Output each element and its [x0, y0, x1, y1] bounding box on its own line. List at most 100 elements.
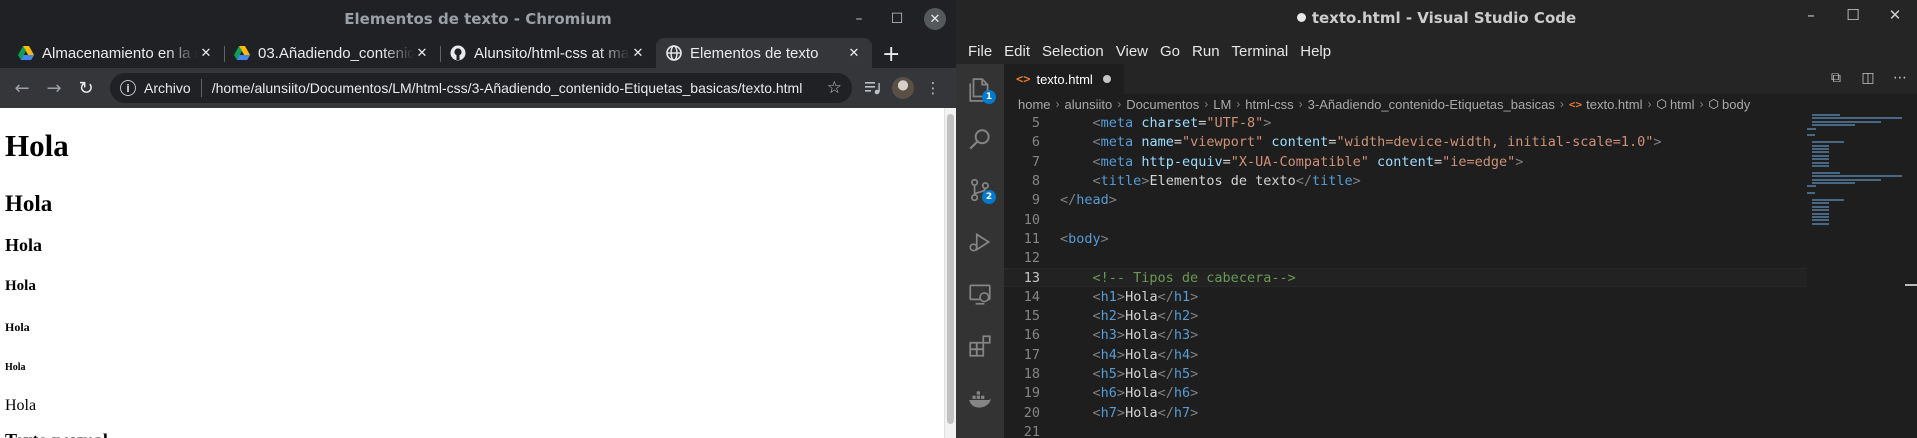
editor-area: <> texto.html ⧉ ◫ ⋯ home › alunsiito › Doc… — [1004, 64, 1917, 438]
code-line[interactable]: 10 — [1004, 211, 1807, 230]
editor-tab-label: texto.html — [1036, 71, 1093, 87]
line-number: 16 — [1023, 327, 1040, 344]
menu-run[interactable]: Run — [1186, 43, 1226, 60]
minimap-line — [1807, 127, 1817, 130]
minimize-icon[interactable]: – — [848, 8, 870, 30]
menu-view[interactable]: View — [1110, 43, 1154, 60]
breadcrumb-item[interactable]: html-css — [1245, 97, 1293, 112]
menu-edit[interactable]: Edit — [998, 43, 1036, 60]
tab-close-icon[interactable]: ✕ — [630, 45, 646, 61]
browser-tab[interactable]: 03.Añadiendo_contenido ✕ — [224, 38, 440, 68]
maximize-icon[interactable]: ☐ — [1843, 6, 1863, 24]
breadcrumb-item[interactable]: home — [1018, 97, 1051, 112]
code-line[interactable]: 5 <meta charset="UTF-8"> — [1004, 114, 1807, 133]
browser-tab[interactable]: Alunsito/html-css at main ✕ — [440, 38, 656, 68]
page-heading-h5: Hola — [5, 320, 30, 334]
tab-close-icon[interactable]: ✕ — [846, 45, 862, 61]
close-icon[interactable]: ✕ — [924, 8, 946, 30]
breadcrumb-item[interactable]: 3-Añadiendo_contenido-Etiquetas_basicas — [1308, 97, 1555, 112]
breadcrumb-item[interactable]: LM — [1213, 97, 1231, 112]
profile-avatar[interactable] — [888, 74, 918, 102]
vscode-menubar: File Edit Selection View Go Run Terminal… — [956, 38, 1917, 64]
menu-help[interactable]: Help — [1294, 43, 1337, 60]
explorer-files-icon[interactable]: 1 — [956, 66, 1004, 114]
address-url[interactable]: /home/alunsiito/Documentos/LM/html-css/3… — [212, 80, 819, 96]
code-line[interactable]: 14 <h1>Hola</h1> — [1004, 288, 1807, 307]
search-icon[interactable] — [956, 116, 1004, 164]
back-arrow-icon[interactable]: ← — [8, 74, 36, 102]
breadcrumb-item[interactable]: Documentos — [1126, 97, 1199, 112]
extensions-icon[interactable] — [956, 322, 1004, 370]
page-scrollbar[interactable] — [944, 108, 956, 438]
open-changes-icon[interactable]: ⧉ — [1827, 70, 1845, 86]
minimap-line — [1807, 134, 1815, 137]
close-icon[interactable]: ✕ — [1885, 6, 1905, 24]
minimap-line — [1811, 178, 1881, 181]
browser-tab-active[interactable]: Elementos de texto ✕ — [656, 38, 872, 68]
forward-arrow-icon[interactable]: → — [40, 74, 68, 102]
breadcrumb-item[interactable]: texto.html — [1586, 97, 1642, 112]
menu-file[interactable]: File — [962, 43, 998, 60]
code-line[interactable]: 7 <meta http-equiv="X-UA-Compatible" con… — [1004, 153, 1807, 172]
address-bar[interactable]: i Archivo /home/alunsiito/Documentos/LM/… — [110, 73, 852, 103]
chromium-titlebar[interactable]: Elementos de texto - Chromium – ☐ ✕ — [0, 0, 956, 40]
docker-icon[interactable] — [956, 376, 1004, 424]
code-line[interactable]: 17 <h4>Hola</h4> — [1004, 346, 1807, 365]
media-control-icon[interactable] — [858, 74, 888, 102]
bookmark-star-icon[interactable]: ☆ — [827, 78, 842, 98]
editor-scrollbar[interactable] — [1903, 114, 1917, 438]
minimap[interactable] — [1807, 114, 1903, 438]
code-line[interactable]: 6 <meta name="viewport" content="width=d… — [1004, 133, 1807, 152]
code-line[interactable]: 19 <h6>Hola</h6> — [1004, 384, 1807, 403]
code-line[interactable]: 20 <h7>Hola</h7> — [1004, 404, 1807, 423]
run-debug-icon[interactable] — [956, 218, 1004, 266]
explorer-badge: 1 — [982, 90, 996, 104]
code-text: <body> — [1060, 230, 1109, 247]
minimap-line — [1811, 205, 1829, 208]
tab-close-icon[interactable]: ✕ — [414, 45, 430, 61]
minimap-line — [1811, 209, 1829, 212]
menu-selection[interactable]: Selection — [1036, 43, 1110, 60]
new-tab-plus-icon[interactable]: + — [882, 40, 900, 68]
code-line[interactable]: 12 — [1004, 249, 1807, 268]
source-control-icon[interactable]: 2 — [956, 166, 1004, 214]
info-icon[interactable]: i — [120, 80, 136, 96]
breadcrumb-item[interactable]: alunsiito — [1065, 97, 1113, 112]
breadcrumb-item[interactable]: html — [1670, 97, 1695, 112]
minimap-line — [1811, 154, 1829, 157]
minimap-line — [1811, 182, 1855, 184]
code-line[interactable]: 18 <h5>Hola</h5> — [1004, 365, 1807, 384]
reload-icon[interactable]: ↻ — [72, 74, 100, 102]
breadcrumb-item[interactable]: body — [1722, 97, 1750, 112]
code-text: <meta name="viewport" content="width=dev… — [1092, 134, 1662, 151]
menu-go[interactable]: Go — [1154, 43, 1186, 60]
menu-terminal[interactable]: Terminal — [1226, 43, 1295, 60]
minimize-icon[interactable]: – — [1801, 6, 1821, 24]
code-line[interactable]: 8 <title>Elementos de texto</title> — [1004, 172, 1807, 191]
code-line[interactable]: 11 <body> — [1004, 230, 1807, 249]
vscode-window-title: texto.html - Visual Studio Code — [1311, 9, 1577, 27]
remote-explorer-icon[interactable] — [956, 270, 1004, 318]
scrollbar-thumb[interactable] — [947, 114, 954, 424]
split-editor-icon[interactable]: ◫ — [1859, 70, 1877, 86]
code-text: <h1>Hola</h1> — [1092, 288, 1199, 305]
unsaved-dot-icon[interactable] — [1102, 75, 1111, 83]
more-actions-icon[interactable]: ⋯ — [1891, 70, 1909, 86]
code-line[interactable]: 21 — [1004, 423, 1807, 438]
page-heading-h4: Hola — [5, 278, 36, 294]
kebab-menu-icon[interactable]: ⋮ — [918, 74, 948, 102]
code-editor[interactable]: 5 <meta charset="UTF-8"> 6 <meta name="vi… — [1004, 114, 1807, 438]
code-line[interactable]: 16 <h3>Hola</h3> — [1004, 326, 1807, 345]
editor-tab-active[interactable]: <> texto.html — [1004, 64, 1124, 94]
code-line[interactable]: 13 <!-- Tipos de cabecera--> — [1004, 268, 1807, 288]
line-number: 14 — [1023, 288, 1040, 305]
vscode-titlebar[interactable]: texto.html - Visual Studio Code – ☐ ✕ — [956, 0, 1917, 38]
chromium-window: Elementos de texto - Chromium – ☐ ✕ Alma… — [0, 0, 956, 438]
code-line[interactable]: 15 <h2>Hola</h2> — [1004, 307, 1807, 326]
page-heading-h2: Hola — [5, 191, 53, 216]
page-heading-h3: Hola — [5, 235, 43, 255]
browser-tab[interactable]: Almacenamiento en la nube ✕ — [8, 38, 224, 68]
maximize-icon[interactable]: ☐ — [886, 8, 908, 30]
tab-close-icon[interactable]: ✕ — [198, 45, 214, 61]
code-line[interactable]: 9 </head> — [1004, 191, 1807, 210]
